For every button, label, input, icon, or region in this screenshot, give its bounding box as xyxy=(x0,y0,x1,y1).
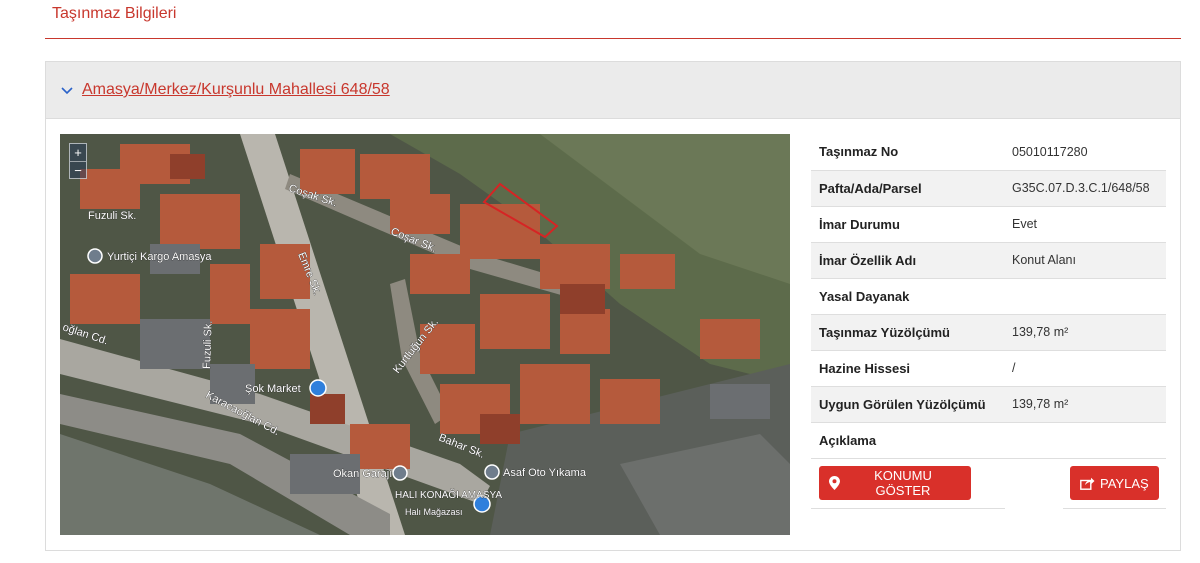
info-value: 05010117280 xyxy=(1004,134,1166,171)
map-label-fuzuli-2: Fuzuli Sk. xyxy=(201,320,215,369)
map-label-fuzuli-1: Fuzuli Sk. xyxy=(88,210,136,222)
info-value: Konut Alanı xyxy=(1004,242,1166,279)
zoom-out-button[interactable]: − xyxy=(70,161,86,178)
info-row: Hazine Hissesi / xyxy=(811,350,1166,387)
divider xyxy=(811,508,1005,509)
info-label: Hazine Hissesi xyxy=(811,350,1004,387)
info-label: Taşınmaz Yüzölçümü xyxy=(811,314,1004,351)
share-button[interactable]: PAYLAŞ xyxy=(1070,466,1159,500)
satellite-map[interactable]: Fuzuli Sk. Yurtiçi Kargo Amasya Coşak Sk… xyxy=(60,134,790,535)
panel-header[interactable]: Amasya/Merkez/Kurşunlu Mahallesi 648/58 xyxy=(46,62,1180,119)
property-card: Amasya/Merkez/Kurşunlu Mahallesi 648/58 xyxy=(45,61,1181,551)
map-poi-sok[interactable]: Şok Market xyxy=(245,379,327,397)
info-value xyxy=(1004,278,1166,315)
map-poi-okan[interactable]: Okan Garajı xyxy=(333,465,408,481)
section-title: Taşınmaz Bilgileri xyxy=(52,5,177,22)
title-divider xyxy=(45,38,1181,39)
info-label: Yasal Dayanak xyxy=(811,278,1004,315)
info-row: Yasal Dayanak xyxy=(811,278,1166,315)
info-row: Pafta/Ada/Parsel G35C.07.D.3.C.1/648/58 xyxy=(811,170,1166,207)
page: Taşınmaz Bilgileri Amasya/Merkez/Kurşunl… xyxy=(0,0,1200,563)
show-location-label: KONUMU GÖSTER xyxy=(874,468,932,498)
info-label: Taşınmaz No xyxy=(811,134,1004,171)
info-row: Taşınmaz No 05010117280 xyxy=(811,134,1166,171)
info-label: Açıklama xyxy=(811,422,1004,459)
info-row: Açıklama xyxy=(811,422,1166,459)
action-buttons: KONUMU GÖSTER PAYLAŞ xyxy=(811,459,1166,509)
panel-title-link[interactable]: Amasya/Merkez/Kurşunlu Mahallesi 648/58 xyxy=(82,81,390,99)
info-row: Taşınmaz Yüzölçümü 139,78 m² xyxy=(811,314,1166,351)
info-label: Pafta/Ada/Parsel xyxy=(811,170,1004,207)
info-value xyxy=(1004,422,1166,459)
map-poi-yurtici[interactable]: Yurtiçi Kargo Amasya xyxy=(87,248,213,264)
info-label: İmar Durumu xyxy=(811,206,1004,243)
info-label: Uygun Görülen Yüzölçümü xyxy=(811,386,1004,423)
info-value: Evet xyxy=(1004,206,1166,243)
chevron-down-icon[interactable] xyxy=(60,82,76,98)
map-zoom-control: + − xyxy=(69,143,87,179)
map-label-sok: Şok Market xyxy=(245,383,301,395)
share-icon xyxy=(1080,477,1095,490)
share-label: PAYLAŞ xyxy=(1100,475,1149,491)
map-label-hali-sub: Halı Mağazası xyxy=(405,507,463,517)
map-label-okan: Okan Garajı xyxy=(333,468,392,480)
info-value: 139,78 m² xyxy=(1004,314,1166,351)
map-label-hali: HALI KONAĞI AMASYA xyxy=(395,488,502,501)
info-label: İmar Özellik Adı xyxy=(811,242,1004,279)
map-marker-icon xyxy=(829,476,840,490)
map-label-asaf: Asaf Oto Yıkama xyxy=(503,467,587,479)
info-value: G35C.07.D.3.C.1/648/58 xyxy=(1004,170,1166,207)
info-row: İmar Durumu Evet xyxy=(811,206,1166,243)
info-row: Uygun Görülen Yüzölçümü 139,78 m² xyxy=(811,386,1166,423)
divider xyxy=(1063,508,1166,509)
zoom-in-button[interactable]: + xyxy=(70,144,86,161)
show-location-button[interactable]: KONUMU GÖSTER xyxy=(819,466,971,500)
map-label-yurtici: Yurtiçi Kargo Amasya xyxy=(107,251,212,263)
info-row: İmar Özellik Adı Konut Alanı xyxy=(811,242,1166,279)
info-value: / xyxy=(1004,350,1166,387)
info-value: 139,78 m² xyxy=(1004,386,1166,423)
property-info-table: Taşınmaz No 05010117280 Pafta/Ada/Parsel G3… xyxy=(811,134,1166,459)
